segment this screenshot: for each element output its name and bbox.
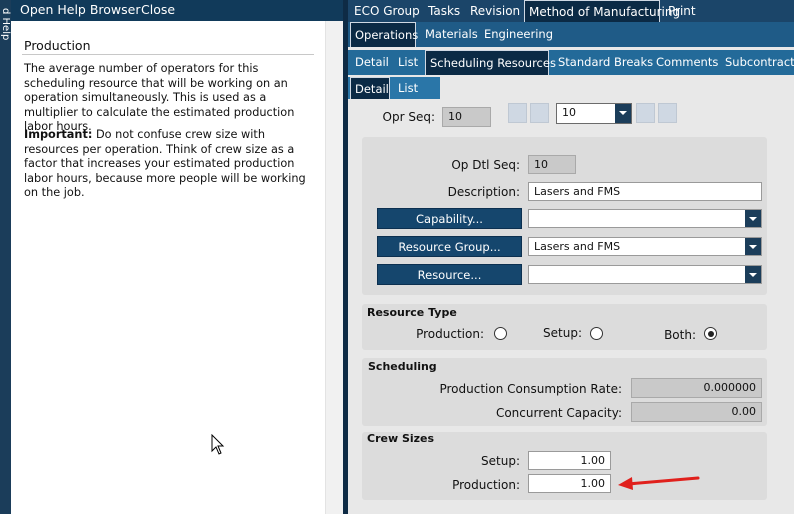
resource-type-both-label: Both: — [664, 328, 696, 342]
tab-revision[interactable]: Revision — [466, 0, 524, 22]
tab-standard-breaks[interactable]: Standard Breaks — [554, 50, 657, 75]
concurrent-capacity-field: 0.00 — [631, 402, 762, 422]
last-record-icon[interactable] — [658, 103, 677, 123]
annotation-arrow-icon — [618, 476, 700, 490]
tab-comments[interactable]: Comments — [652, 50, 722, 75]
tab-row-main: ECO Group Tasks Revision Method of Manuf… — [348, 0, 794, 22]
crew-sizes-title: Crew Sizes — [367, 432, 435, 445]
tab-operation-detail[interactable]: Detail — [351, 50, 393, 75]
opr-seq-combo-value: 10 — [562, 106, 576, 119]
capability-button[interactable]: Capability... — [377, 208, 522, 229]
tab-print[interactable]: Print — [664, 0, 700, 22]
resource-type-production-radio[interactable] — [494, 327, 507, 340]
crew-setup-label: Setup: — [481, 454, 520, 468]
op-dtl-seq-label: Op Dtl Seq: — [451, 158, 520, 172]
open-help-browser-button[interactable]: Open Help Browser — [20, 2, 140, 17]
help-paragraph-1: The average number of operators for this… — [24, 62, 295, 133]
tab-resource-detail[interactable]: Detail — [350, 77, 390, 99]
next-record-icon[interactable] — [636, 103, 655, 123]
tab-method-of-manufacturing[interactable]: Method of Manufacturing — [524, 0, 680, 22]
crew-setup-input[interactable]: 1.00 — [528, 451, 611, 470]
help-scrollbar[interactable] — [325, 21, 344, 514]
tab-operations[interactable]: Operations — [350, 22, 418, 47]
tab-scheduling-resources[interactable]: Scheduling Resources — [425, 50, 556, 75]
resource-group-combo[interactable]: Lasers and FMS — [528, 237, 762, 256]
consumption-rate-field: 0.000000 — [631, 378, 762, 398]
consumption-rate-label: Production Consumption Rate: — [439, 382, 622, 396]
resource-type-setup-label: Setup: — [543, 326, 582, 340]
chevron-down-icon[interactable] — [615, 104, 631, 123]
opr-seq-combo[interactable]: 10 — [556, 103, 632, 124]
chevron-down-icon[interactable] — [745, 266, 761, 283]
chevron-down-icon[interactable] — [745, 210, 761, 227]
tab-row-mom: Operations Materials Engineering — [348, 22, 794, 47]
resource-group-value: Lasers and FMS — [534, 240, 621, 253]
resource-type-both-radio[interactable] — [704, 327, 717, 340]
resource-button[interactable]: Resource... — [377, 264, 522, 285]
capability-combo[interactable] — [528, 209, 762, 228]
help-title-divider — [22, 54, 314, 55]
tab-materials[interactable]: Materials — [421, 22, 482, 47]
tab-engineering[interactable]: Engineering — [480, 22, 557, 47]
resource-combo[interactable] — [528, 265, 762, 284]
tab-row-scheduling-resources: Detail List — [348, 77, 440, 99]
tab-subcontract[interactable]: Subcontract — [721, 50, 794, 75]
opr-seq-field: 10 — [442, 107, 491, 127]
crew-production-label: Production: — [452, 478, 520, 492]
description-input[interactable]: Lasers and FMS — [528, 182, 762, 201]
tab-tasks[interactable]: Tasks — [424, 0, 464, 22]
concurrent-capacity-label: Concurrent Capacity: — [495, 406, 622, 420]
tab-operation-list[interactable]: List — [394, 50, 422, 75]
help-side-label: d Help — [0, 8, 11, 41]
chevron-down-icon[interactable] — [745, 238, 761, 255]
op-dtl-seq-field: 10 — [528, 155, 576, 174]
first-record-icon[interactable] — [508, 103, 527, 123]
resource-type-production-label: Production: — [416, 327, 484, 341]
previous-record-icon[interactable] — [530, 103, 549, 123]
tab-eco-group[interactable]: ECO Group — [350, 0, 424, 22]
help-title: Production — [24, 38, 91, 53]
important-label: Important: — [24, 128, 93, 141]
crew-production-input[interactable]: 1.00 — [528, 474, 611, 493]
mouse-cursor-icon — [211, 434, 225, 455]
tab-row-operations: Detail List Scheduling Resources Standar… — [348, 50, 794, 75]
resource-type-title: Resource Type — [367, 306, 457, 319]
help-toolbar: Open Help Browser Close — [11, 0, 343, 21]
help-side-strip: d Help — [0, 0, 11, 514]
help-paragraph-2: Important: Do not confuse crew size with… — [24, 128, 316, 201]
resource-type-setup-radio[interactable] — [590, 327, 603, 340]
description-label: Description: — [447, 185, 520, 199]
opr-seq-label: Opr Seq: — [382, 110, 435, 124]
scheduling-title: Scheduling — [368, 360, 437, 373]
resource-group-button[interactable]: Resource Group... — [377, 236, 522, 257]
tab-resource-list[interactable]: List — [394, 77, 422, 99]
close-help-button[interactable]: Close — [141, 2, 175, 17]
